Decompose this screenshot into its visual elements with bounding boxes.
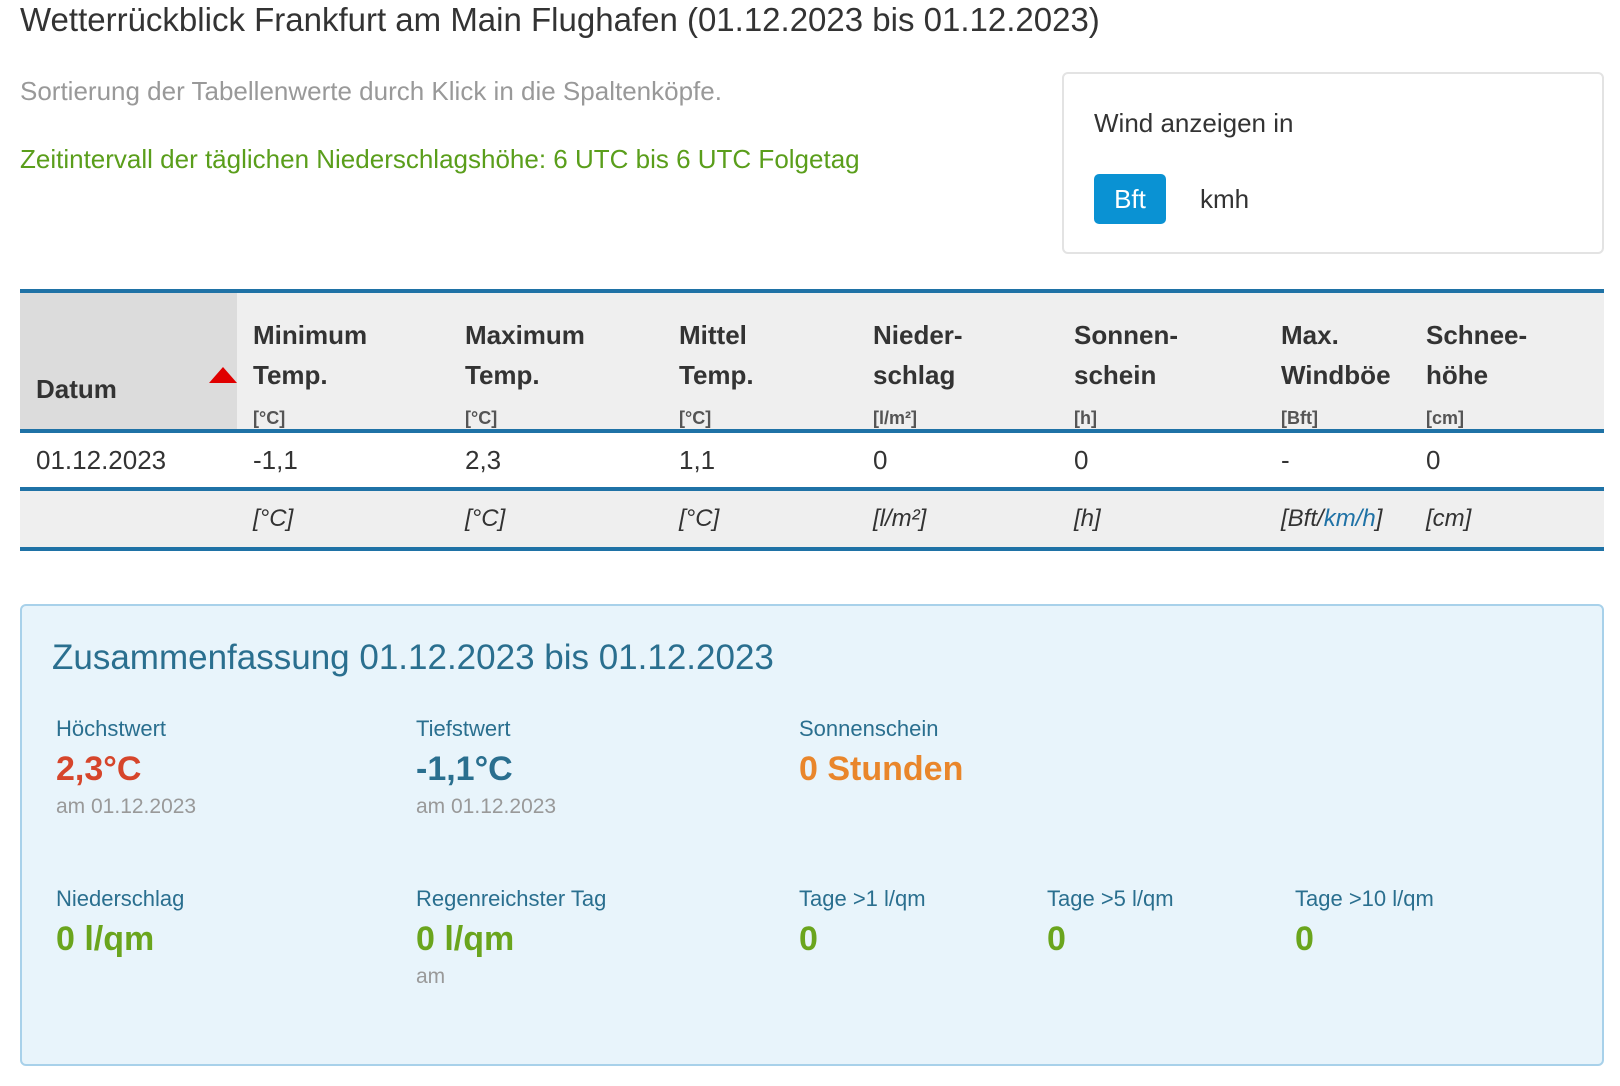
column-header-label: Max.	[1281, 320, 1339, 350]
column-header-label: Temp.	[679, 360, 754, 390]
stat-label: Höchstwert	[56, 716, 167, 741]
footer-unit-max-temp: [°C]	[449, 487, 663, 551]
column-header-snow-depth[interactable]: Schnee- höhe [cm]	[1410, 291, 1604, 431]
stat-value: 0 l/qm	[56, 920, 155, 958]
footer-unit-sunshine: [h]	[1058, 487, 1265, 551]
stat-hoechstwert: Höchstwert 2,3°C am 01.12.2023	[56, 716, 196, 819]
column-header-unit: [°C]	[679, 408, 712, 428]
column-header-unit: [Bft]	[1281, 408, 1318, 428]
weather-table: Datum Minimum Temp. [°C] Maximum Temp. […	[20, 289, 1604, 551]
column-header-sunshine[interactable]: Sonnen- schein [h]	[1058, 291, 1265, 431]
stat-tage-1: Tage >1 l/qm 0	[799, 886, 926, 959]
wind-unit-label: Wind anzeigen in	[1094, 108, 1294, 138]
cell-snow-depth: 0	[1410, 429, 1604, 489]
column-header-precipitation[interactable]: Nieder- schlag [l/m²]	[857, 291, 1058, 431]
footer-unit-max-gust: [Bft/km/h]	[1265, 487, 1410, 551]
stat-value: 2,3°C	[56, 750, 142, 788]
column-header-label: Datum	[36, 374, 117, 404]
table-header-row: Datum Minimum Temp. [°C] Maximum Temp. […	[20, 291, 1604, 431]
column-header-label: Nieder-	[873, 320, 963, 350]
summary-panel: Zusammenfassung 01.12.2023 bis 01.12.202…	[20, 604, 1604, 1066]
cell-date: 01.12.2023	[20, 429, 237, 489]
stat-value: 0 l/qm	[416, 920, 515, 958]
cell-max-gust: -	[1265, 429, 1410, 489]
stat-regenreichster-tag: Regenreichster Tag 0 l/qm am	[416, 886, 606, 989]
stat-label: Tiefstwert	[416, 716, 511, 741]
cell-max-temp: 2,3	[449, 429, 663, 489]
stat-date: am 01.12.2023	[416, 795, 557, 818]
footer-unit-bracket: ]	[1375, 505, 1383, 532]
column-header-label: Temp.	[465, 360, 540, 390]
column-header-max-gust[interactable]: Max. Windböe [Bft]	[1265, 291, 1410, 431]
sort-ascending-icon	[209, 367, 237, 383]
stat-label: Sonnenschein	[799, 716, 939, 741]
column-header-unit: [°C]	[253, 408, 286, 428]
stat-value: 0	[1047, 920, 1066, 958]
stat-tage-5: Tage >5 l/qm 0	[1047, 886, 1174, 959]
wind-unit-kmh-button[interactable]: kmh	[1184, 174, 1265, 224]
summary-title: Zusammenfassung 01.12.2023 bis 01.12.202…	[52, 638, 774, 677]
column-header-unit: [l/m²]	[873, 408, 917, 428]
precipitation-interval-note: Zeitintervall der täglichen Niederschlag…	[20, 144, 860, 174]
stat-label: Tage >5 l/qm	[1047, 886, 1174, 911]
stat-value: 0 Stunden	[799, 750, 964, 788]
cell-sunshine: 0	[1058, 429, 1265, 489]
column-header-label: Windböe	[1281, 360, 1391, 390]
footer-unit-date	[20, 487, 237, 551]
sort-hint: Sortierung der Tabellenwerte durch Klick…	[20, 76, 722, 106]
column-header-datum[interactable]: Datum	[20, 291, 237, 431]
stat-label: Tage >1 l/qm	[799, 886, 926, 911]
footer-unit-min-temp: [°C]	[237, 487, 449, 551]
wind-unit-panel: Wind anzeigen in Bft kmh	[1062, 72, 1604, 254]
table-row: 01.12.2023 -1,1 2,3 1,1 0 0 - 0	[20, 429, 1604, 489]
wind-unit-bft-button[interactable]: Bft	[1094, 174, 1166, 224]
column-header-mean-temp[interactable]: Mittel Temp. [°C]	[663, 291, 857, 431]
column-header-label: schein	[1074, 360, 1157, 390]
stat-value: 0	[799, 920, 818, 958]
column-header-unit: [°C]	[465, 408, 498, 428]
column-header-unit: [cm]	[1426, 408, 1465, 428]
stat-value: 0	[1295, 920, 1314, 958]
footer-unit-precipitation: [l/m²]	[857, 487, 1058, 551]
stat-label: Regenreichster Tag	[416, 886, 607, 911]
column-header-unit: [h]	[1074, 408, 1097, 428]
column-header-label: Maximum	[465, 320, 585, 350]
footer-unit-snow-depth: [cm]	[1410, 487, 1604, 551]
column-header-label: höhe	[1426, 360, 1489, 390]
column-header-min-temp[interactable]: Minimum Temp. [°C]	[237, 291, 449, 431]
stat-sonnenschein: Sonnenschein 0 Stunden	[799, 716, 963, 789]
column-header-label: Schnee-	[1426, 320, 1528, 350]
stat-date: am 01.12.2023	[56, 795, 197, 818]
column-header-label: Mittel	[679, 320, 747, 350]
stat-label: Niederschlag	[56, 886, 185, 911]
cell-precipitation: 0	[857, 429, 1058, 489]
column-header-max-temp[interactable]: Maximum Temp. [°C]	[449, 291, 663, 431]
stat-tage-10: Tage >10 l/qm 0	[1295, 886, 1434, 959]
stat-niederschlag: Niederschlag 0 l/qm	[56, 886, 184, 959]
column-header-label: Minimum	[253, 320, 368, 350]
stat-date: am	[416, 965, 446, 988]
stat-label: Tage >10 l/qm	[1295, 886, 1434, 911]
table-footer-units-row: [°C] [°C] [°C] [l/m²] [h] [Bft/km/h] [cm…	[20, 487, 1604, 551]
column-header-label: Sonnen-	[1074, 320, 1178, 350]
column-header-label: schlag	[873, 360, 956, 390]
page-title: Wetterrückblick Frankfurt am Main Flugha…	[20, 1, 1100, 38]
stat-tiefstwert: Tiefstwert -1,1°C am 01.12.2023	[416, 716, 556, 819]
footer-unit-mean-temp: [°C]	[663, 487, 857, 551]
cell-min-temp: -1,1	[237, 429, 449, 489]
stat-value: -1,1°C	[416, 750, 513, 788]
column-header-label: Temp.	[253, 360, 328, 390]
cell-mean-temp: 1,1	[663, 429, 857, 489]
footer-unit-kmh-link[interactable]: km/h	[1324, 505, 1376, 532]
footer-unit-bft: [Bft/	[1281, 505, 1324, 532]
